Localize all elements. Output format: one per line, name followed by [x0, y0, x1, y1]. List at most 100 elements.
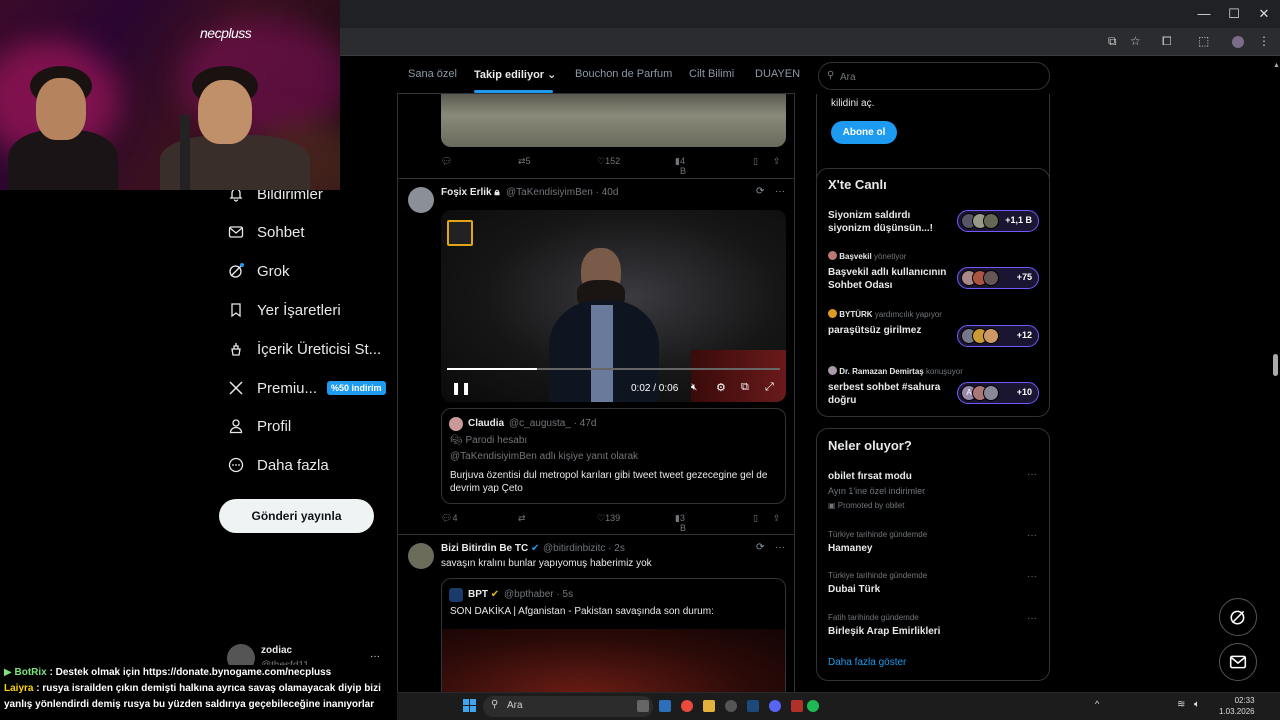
reply-icon[interactable]: 💬︎ [441, 156, 452, 167]
trend-item[interactable]: Türkiye tarihinde gündemde Hamaney ··· [817, 528, 1051, 558]
show-more-link[interactable]: Daha fazla göster [828, 657, 906, 668]
tab-following[interactable]: Takip ediliyor ⌄ [474, 68, 556, 81]
app-icon[interactable] [791, 700, 803, 712]
maximize-button[interactable]: ☐ [1224, 6, 1244, 22]
post-author-name[interactable]: Bizi Bitirdin Be TC ✔ [441, 543, 539, 554]
messages-fab[interactable] [1219, 643, 1257, 681]
quoted-post[interactable]: Claudia @c_augusta_ · 47d 🎭︎ Parodi hesa… [441, 408, 786, 504]
star-icon[interactable]: ☆ [1130, 34, 1141, 48]
bookmark-icon[interactable]: ▯ [753, 513, 758, 524]
profile-avatar[interactable] [1232, 36, 1244, 48]
account-more-icon[interactable]: ··· [370, 651, 380, 662]
pip-icon[interactable]: ⧉ [741, 381, 749, 394]
live-item[interactable]: Başvekil yönetiyor Başvekil adlı kullanı… [817, 249, 1051, 297]
mask-icon: 🎭︎ [450, 435, 463, 446]
volume-icon[interactable]: 🔈︎ [1194, 699, 1200, 710]
repost-button[interactable]: ⇄ [518, 513, 526, 524]
taskview-icon[interactable] [637, 700, 649, 712]
taskbar-search[interactable]: ⚲ Ara [483, 696, 653, 717]
tray-chevron-icon[interactable]: ^ [1095, 699, 1099, 709]
avatar[interactable] [408, 543, 434, 569]
browser-menu-icon[interactable]: ⋮ [1258, 34, 1270, 48]
post-author-name[interactable]: Foşix Erlik 🔒︎ [441, 187, 500, 198]
trend-more-icon[interactable]: ··· [1027, 530, 1037, 541]
webcam-overlay: necpluss [0, 0, 340, 190]
trend-item[interactable]: Fatih tarihinde gündemde Birleşik Arap E… [817, 611, 1051, 641]
live-item[interactable]: Dr. Ramazan Demirtaş konuşuyor serbest s… [817, 364, 1051, 412]
views-count[interactable]: ▮ 4 B [675, 156, 686, 176]
live-item[interactable]: Siyonizm saldırdı siyonizm düşünsün...! … [817, 207, 1051, 241]
post-button[interactable]: Gönderi yayınla [219, 499, 374, 533]
live-item-title: Siyonizm saldırdı [828, 210, 911, 221]
trend-more-icon[interactable]: ··· [1027, 613, 1037, 624]
live-title: X'te Canlı [828, 177, 887, 192]
trend-more-icon[interactable]: ··· [1027, 571, 1037, 582]
nav-chat[interactable]: Sohbet [228, 219, 305, 245]
nav-more[interactable]: Daha fazla [228, 452, 329, 478]
discord-icon[interactable] [769, 700, 781, 712]
explorer-icon[interactable] [703, 700, 715, 712]
minimize-button[interactable]: — [1194, 6, 1214, 21]
steam-icon[interactable] [747, 700, 759, 712]
mute-icon[interactable]: 🔇︎ [691, 382, 697, 393]
install-app-icon[interactable]: ⧉ [1108, 34, 1117, 49]
clock[interactable]: 02:33 1.03.2026 [1219, 695, 1255, 717]
trend-item[interactable]: Türkiye tarihinde gündemde Dubai Türk ··… [817, 569, 1051, 599]
nav-creator-studio[interactable]: İçerik Üreticisi St... [228, 336, 381, 362]
chrome-icon[interactable] [681, 700, 693, 712]
close-button[interactable]: ✕ [1254, 6, 1274, 22]
scroll-thumb[interactable] [1273, 354, 1278, 376]
nav-premium[interactable]: Premiu... %50 indirim [228, 375, 386, 401]
media-image[interactable] [441, 94, 786, 147]
scroll-up-arrow[interactable]: ▲ [1273, 62, 1280, 69]
tab-cilt-bilimi[interactable]: Cilt Bilimi [689, 68, 734, 80]
stream-logo: necpluss [200, 25, 252, 41]
promoted-icon: ▣ [828, 501, 836, 510]
pause-button[interactable]: ❚❚ [451, 381, 471, 395]
grok-post-icon[interactable]: ⟳ [756, 542, 764, 553]
spotify-icon[interactable] [807, 700, 819, 712]
live-item[interactable]: BYTÜRK yardımcılık yapıyor paraşütsüz gi… [817, 307, 1051, 355]
grok-post-icon[interactable]: ⟳ [756, 186, 764, 197]
bookmark-icon[interactable]: ▯ [753, 156, 758, 167]
nav-bookmarks[interactable]: Yer İşaretleri [228, 297, 341, 323]
post-author-handle[interactable]: @bitirdinbizitc · 2s [543, 543, 625, 554]
tab-duayen[interactable]: DUAYEN [755, 68, 800, 80]
share-icon[interactable]: ⇪ [773, 513, 781, 524]
settings-icon[interactable]: ⚙ [716, 381, 726, 394]
sidebar-icon[interactable]: ⬚ [1198, 34, 1209, 48]
share-icon[interactable]: ⇪ [773, 156, 781, 167]
subscribe-button[interactable]: Abone ol [831, 121, 897, 144]
reply-button[interactable]: 💬︎ 4 [441, 513, 457, 524]
windows-start-icon[interactable] [463, 699, 476, 712]
page-scrollbar[interactable]: ▲ ▼ [1271, 56, 1280, 720]
search-input[interactable]: ⚲ Ara [818, 62, 1050, 90]
video-time: 0:02 / 0:06 [631, 383, 679, 394]
trend-item[interactable]: obilet fırsat modu Ayın 1'ine özel indir… [817, 469, 1051, 513]
nav-profile[interactable]: Profil [228, 413, 291, 439]
more-icon[interactable]: ··· [775, 186, 785, 197]
obs-icon[interactable] [725, 700, 737, 712]
promoted-label: ▣ Promoted by obilet [828, 501, 905, 510]
avatar[interactable] [408, 187, 434, 213]
address-bar[interactable]: ⧉ ☆ ⧠ ⬚ ⋮ [340, 28, 1280, 56]
like-button[interactable]: ♡ 152 [597, 156, 620, 167]
tab-for-you[interactable]: Sana özel [408, 68, 457, 80]
trends-card: Neler oluyor? obilet fırsat modu Ayın 1'… [816, 428, 1050, 681]
video-progress-track[interactable] [447, 368, 780, 370]
video-player[interactable]: ❚❚ 0:02 / 0:06 🔇︎ ⚙ ⧉ ⤢ [441, 210, 786, 402]
fullscreen-icon[interactable]: ⤢ [765, 381, 774, 394]
tab-bouchon[interactable]: Bouchon de Parfum [575, 68, 672, 80]
app-icon[interactable] [659, 700, 671, 712]
more-icon[interactable]: ··· [775, 542, 785, 553]
grok-fab[interactable] [1219, 598, 1257, 636]
extensions-icon[interactable]: ⧠ [1162, 34, 1172, 49]
nav-grok[interactable]: Grok [228, 258, 290, 284]
like-button[interactable]: ♡ 139 [597, 513, 620, 524]
trend-more-icon[interactable]: ··· [1027, 469, 1037, 480]
wifi-icon[interactable]: ≋ [1177, 699, 1185, 710]
views-count[interactable]: ▮ 3 B [675, 513, 686, 533]
repost-button[interactable]: ⇄ 5 [518, 156, 531, 167]
video-shirt [591, 305, 613, 402]
post-author-handle[interactable]: @TaKendisiyimBen · 40d [506, 187, 618, 198]
